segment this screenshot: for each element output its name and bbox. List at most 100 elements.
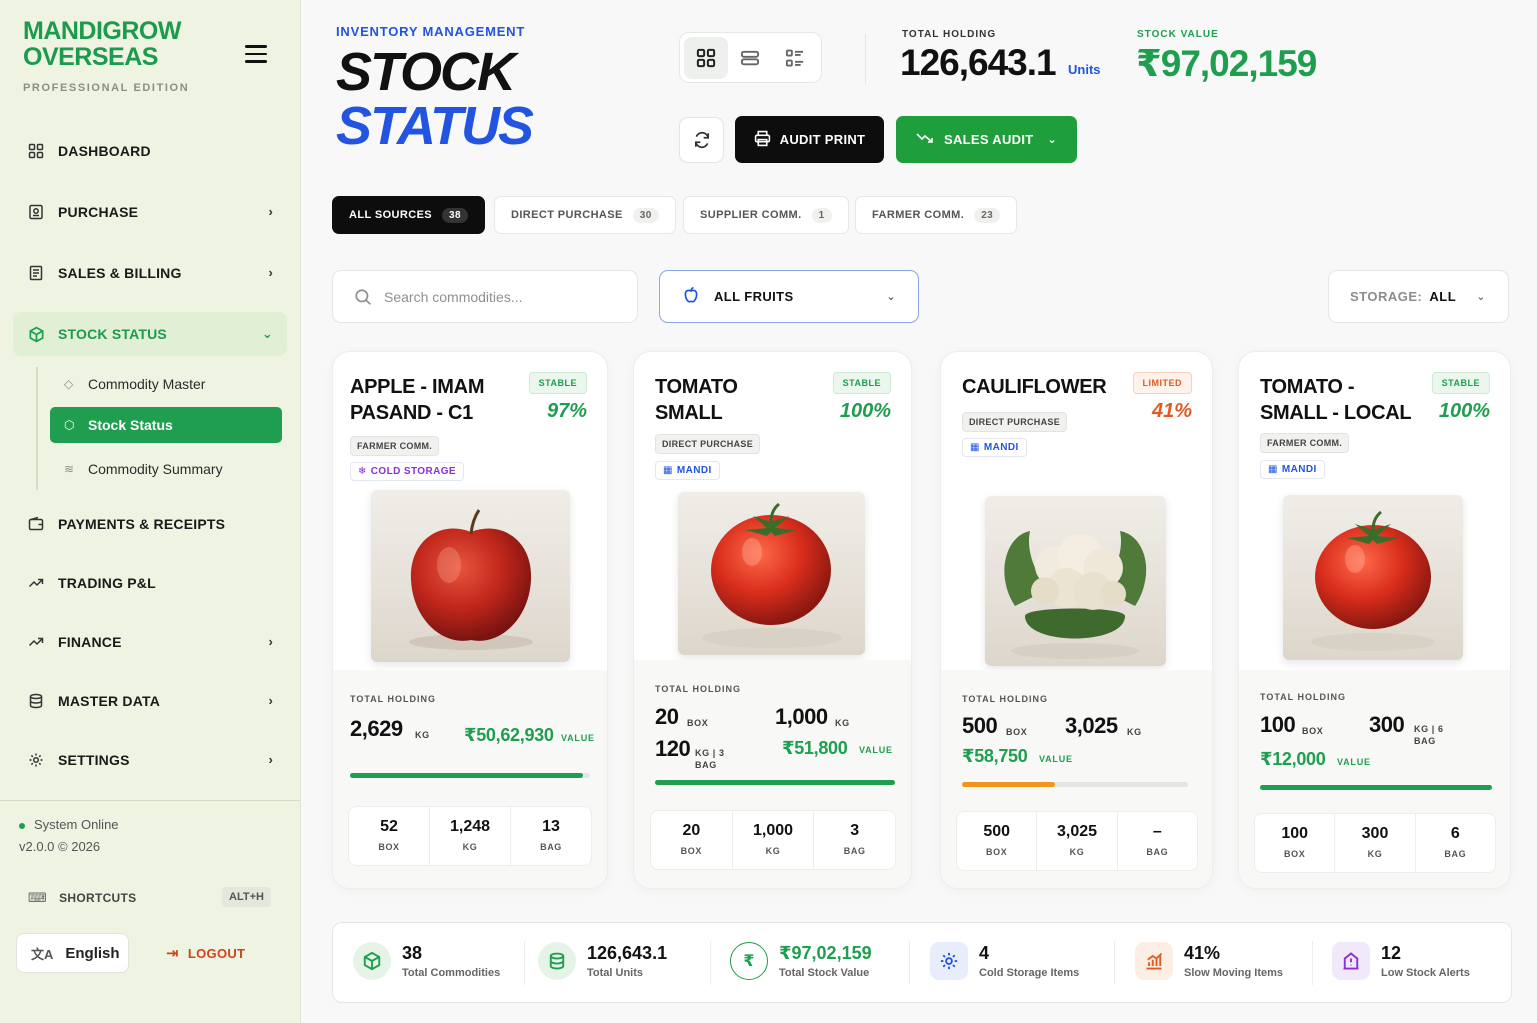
tomato-image (1283, 495, 1463, 660)
language-button[interactable]: 文A English (16, 933, 129, 973)
summary-divider (524, 941, 525, 985)
sales-audit-button[interactable]: SALES AUDIT ⌄ (896, 116, 1077, 163)
category-select[interactable]: ALL FRUITS ⌄ (659, 270, 919, 323)
sidebar-item-dashboard[interactable]: DASHBOARD (13, 129, 287, 173)
sidebar-item-settings[interactable]: SETTINGS › (13, 738, 287, 782)
card-top: TOMATO - SMALL - LOCAL STABLE 100% FARME… (1239, 352, 1510, 670)
status-text: System Online (34, 817, 119, 832)
shortcuts-button[interactable]: ⌨ SHORTCUTS (28, 890, 136, 906)
stat-col: 20 BOX (651, 811, 733, 869)
sidebar-item-finance[interactable]: FINANCE › (13, 620, 287, 664)
card-title: CAULIFLOWER (962, 374, 1122, 400)
tomato-image (678, 492, 865, 655)
stock-progress-fill (655, 780, 895, 785)
sidebar-item-payments-receipts[interactable]: PAYMENTS & RECEIPTS (13, 502, 287, 546)
summary-value: 38 (402, 943, 423, 963)
value-label: VALUE (1039, 754, 1073, 764)
logout-button[interactable]: ⇥ LOGOUT (166, 944, 245, 962)
filter-pill-supplier-comm[interactable]: SUPPLIER COMM. 1 (683, 196, 849, 234)
menu-toggle-icon[interactable] (245, 45, 267, 63)
sidebar-item-master-data[interactable]: MASTER DATA › (13, 679, 287, 723)
sidebar-subitem-label: Commodity Master (88, 376, 206, 392)
stock-progress-bar (1260, 785, 1492, 790)
holding-kg-unit: KG | 6 (1414, 724, 1444, 734)
filter-pill-farmer-comm[interactable]: FARMER COMM. 23 (855, 196, 1018, 234)
stat-col: – BAG (1118, 812, 1197, 870)
stat-num: 3 (850, 822, 860, 839)
logout-icon: ⇥ (166, 945, 179, 962)
summary-divider (1312, 941, 1313, 985)
summary-divider (710, 941, 711, 985)
holding-kg-unit: KG (1127, 727, 1142, 737)
trend-down-icon (916, 131, 934, 148)
trend-icon (27, 633, 45, 651)
stat-unit: BAG (843, 846, 866, 856)
sidebar-subitem-label: Commodity Summary (88, 461, 223, 477)
commodity-card-apple[interactable]: APPLE - IMAM PASAND - C1 STABLE 97% FARM… (332, 351, 608, 889)
printer-icon (754, 130, 771, 150)
summary-total-stock-value: ₹ ₹97,02,159 Total Stock Value (730, 942, 872, 980)
sidebar-subitem-commodity-master[interactable]: ◇ Commodity Master (50, 366, 282, 402)
search-input[interactable] (384, 288, 624, 305)
stock-progress-fill (962, 782, 1055, 787)
holding-label: TOTAL HOLDING (1260, 692, 1346, 702)
pill-label: FARMER COMM. (872, 209, 965, 221)
grid-view-button[interactable] (684, 36, 729, 79)
sidebar-subitem-commodity-summary[interactable]: ≋ Commodity Summary (50, 451, 282, 487)
status-badge: STABLE (832, 372, 891, 394)
detail-view-button[interactable] (773, 37, 817, 79)
holding-kg-value: 1,000 (775, 704, 828, 729)
sidebar-item-label: DASHBOARD (58, 143, 151, 159)
audit-print-button[interactable]: AUDIT PRINT (735, 116, 884, 163)
system-status: System Online (19, 817, 119, 832)
sidebar-item-sales-billing[interactable]: SALES & BILLING › (13, 251, 287, 295)
details-icon (785, 49, 803, 66)
sidebar: MANDIGROW OVERSEAS PROFESSIONAL EDITION … (0, 0, 301, 1023)
stock-progress-bar (350, 773, 590, 778)
total-holding-unit: Units (1068, 62, 1101, 77)
value-label: VALUE (859, 745, 893, 755)
stat-num: – (1152, 823, 1162, 840)
sidebar-item-purchase[interactable]: PURCHASE › (13, 190, 287, 234)
summary-value: 126,643.1 (587, 943, 668, 963)
header-divider (865, 34, 866, 84)
stat-unit: BAG (1444, 849, 1467, 859)
value-label: VALUE (561, 733, 595, 743)
card-title-line: SMALL (655, 402, 723, 424)
commodity-card-tomato-small-local[interactable]: TOMATO - SMALL - LOCAL STABLE 100% FARME… (1238, 351, 1511, 889)
filter-pill-all-sources[interactable]: ALL SOURCES 38 (332, 196, 485, 234)
trend-icon (27, 574, 45, 592)
pill-count: 38 (442, 207, 468, 223)
commodity-card-tomato-small[interactable]: TOMATO SMALL STABLE 100% DIRECT PURCHASE… (633, 351, 912, 889)
card-title-line: PASAND - C1 (350, 402, 474, 424)
sidebar-item-label: PAYMENTS & RECEIPTS (58, 516, 226, 532)
list-view-button[interactable] (728, 37, 772, 79)
database-icon (27, 692, 45, 710)
stat-breakdown: 500 BOX 3,025 KG – BAG (956, 811, 1198, 871)
sidebar-item-stock-status[interactable]: STOCK STATUS ⌄ (13, 312, 287, 356)
stack-icon (538, 942, 576, 980)
storage-select[interactable]: STORAGE: ALL ⌄ (1328, 270, 1509, 323)
storage-tag: ▦ MANDI (962, 438, 1027, 457)
sidebar-subitem-stock-status[interactable]: ⬡ Stock Status (50, 407, 282, 443)
filter-pill-direct-purchase[interactable]: DIRECT PURCHASE 30 (494, 196, 676, 234)
commodity-card-cauliflower[interactable]: CAULIFLOWER LIMITED 41% DIRECT PURCHASE … (940, 351, 1213, 889)
card-title-line: APPLE - IMAM (350, 376, 485, 398)
status-badge: LIMITED (1132, 372, 1192, 394)
box-icon (353, 942, 391, 980)
sidebar-item-trading-pl[interactable]: TRADING P&L (13, 561, 287, 605)
refresh-button[interactable] (679, 117, 724, 163)
stat-col: 100 BOX (1255, 814, 1336, 872)
storage-tag: ▦ MANDI (1260, 460, 1325, 479)
language-label: English (65, 944, 120, 962)
wallet-icon (27, 515, 45, 533)
invoice-icon (27, 264, 45, 282)
stat-col: 1,000 KG (733, 811, 815, 869)
brand-name-line2: OVERSEAS (23, 43, 158, 71)
chevron-right-icon: › (268, 265, 273, 280)
card-title-line: SMALL - LOCAL (1260, 402, 1412, 424)
gear-icon (27, 751, 45, 769)
layers-icon: ≋ (64, 462, 75, 476)
source-chip: DIRECT PURCHASE (655, 434, 761, 454)
summary-bar: 38 Total Commodities 126,643.1 Total Units… (332, 922, 1512, 1003)
